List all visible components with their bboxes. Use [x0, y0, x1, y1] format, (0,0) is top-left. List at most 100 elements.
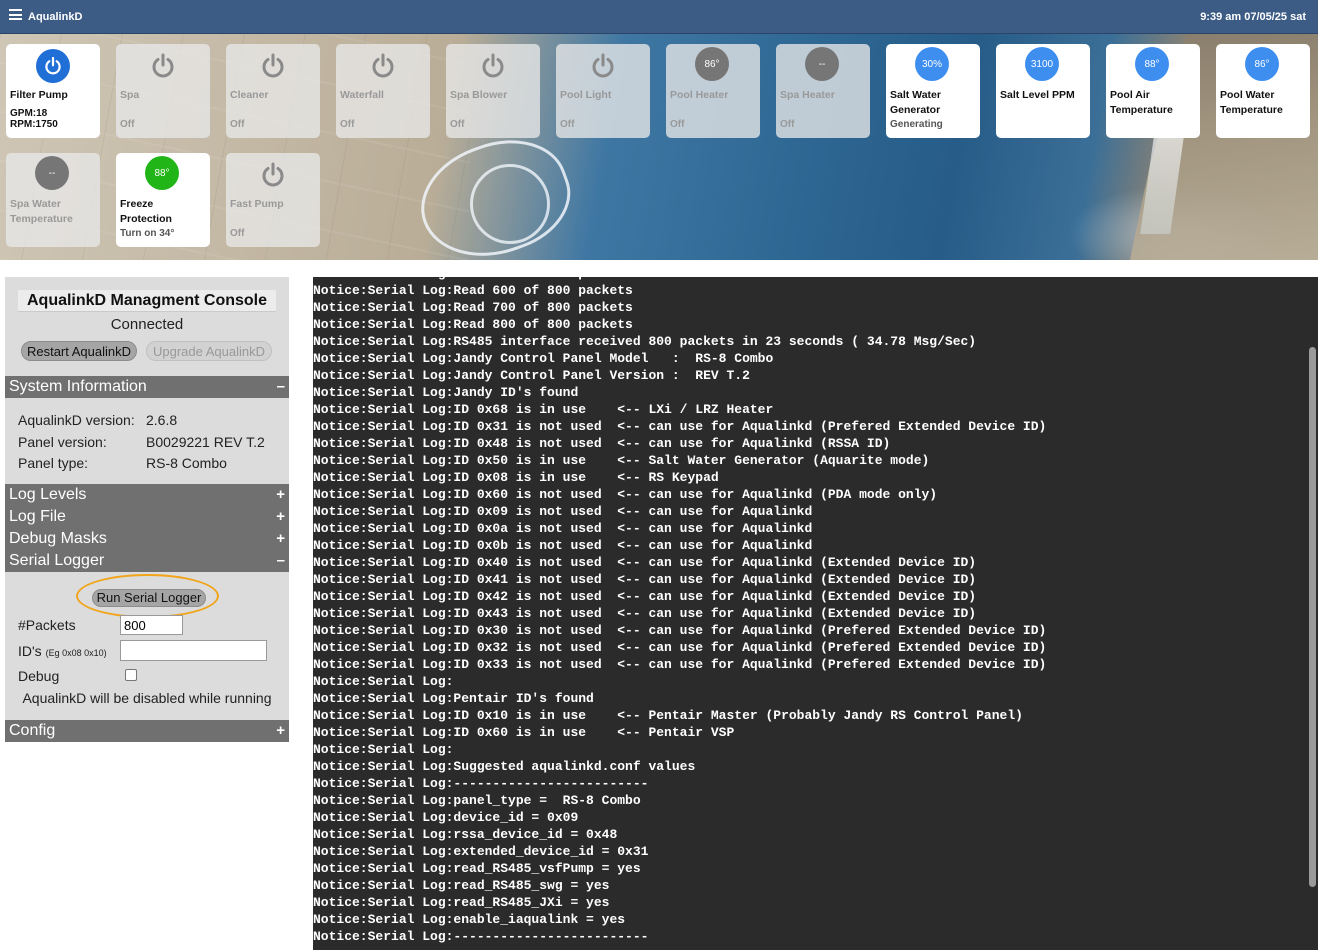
value-badge: --	[35, 156, 69, 190]
tile-name: Pool Heater	[670, 89, 729, 101]
section-title: Log File	[9, 508, 66, 525]
info-label: Panel type:	[18, 455, 89, 471]
power-icon	[476, 49, 510, 83]
device-tile[interactable]: Filter Pump GPM:18 RPM:1750	[6, 44, 100, 138]
tile-name: Waterfall	[340, 89, 384, 101]
ids-label: ID's (Eg 0x08 0x10)	[18, 643, 107, 659]
log-scrollbar[interactable]	[1309, 347, 1316, 887]
section-title: Serial Logger	[9, 552, 105, 569]
log-line: Notice:Serial Log:	[313, 674, 454, 689]
log-line: Notice:Serial Log:Read 800 of 800 packet…	[313, 317, 633, 332]
tile-status: Off	[780, 119, 795, 130]
tile-name: Freeze Protection	[120, 198, 172, 225]
device-tile[interactable]: Pool Light Off	[556, 44, 650, 138]
device-tile[interactable]: Spa Off	[116, 44, 210, 138]
run-serial-logger-button[interactable]: Run Serial Logger	[92, 589, 206, 607]
expand-icon[interactable]: +	[276, 720, 285, 742]
packets-label: #Packets	[18, 617, 76, 633]
section-debug-masks[interactable]: Debug Masks +	[5, 528, 289, 550]
hamburger-menu-icon[interactable]	[9, 9, 22, 20]
packets-input[interactable]	[120, 615, 183, 635]
device-tile[interactable]: Fast Pump Off	[226, 153, 320, 247]
section-log-file[interactable]: Log File +	[5, 506, 289, 528]
section-title: Config	[9, 722, 56, 739]
console-title: AqualinkD Managment Console	[18, 290, 276, 312]
section-log-levels[interactable]: Log Levels +	[5, 484, 289, 506]
tile-status: Off	[120, 119, 135, 130]
expand-icon[interactable]: +	[276, 506, 285, 528]
tile-status: Turn on 34°	[120, 228, 175, 239]
expand-icon[interactable]: +	[276, 484, 285, 506]
power-icon	[256, 49, 290, 83]
tile-pump-stats: GPM:18 RPM:1750	[10, 108, 58, 130]
gpm-value: GPM:18	[10, 108, 48, 119]
ids-input[interactable]	[120, 640, 267, 661]
log-line: Notice:Serial Log:Jandy Control Panel Ve…	[313, 368, 750, 383]
power-icon	[146, 49, 180, 83]
tile-status: Generating	[890, 119, 943, 130]
section-config[interactable]: Config +	[5, 720, 289, 742]
rpm-value: RPM:1750	[10, 119, 58, 130]
device-tile[interactable]: 88° Freeze Protection Turn on 34°	[116, 153, 210, 247]
section-system-information[interactable]: System Information –	[5, 376, 289, 398]
ids-label-text: ID's	[18, 643, 42, 659]
device-tile[interactable]: -- Spa Water Temperature	[6, 153, 100, 247]
collapse-icon[interactable]: –	[277, 550, 285, 572]
device-tile[interactable]: Waterfall Off	[336, 44, 430, 138]
info-label: AqualinkD version:	[18, 412, 135, 428]
debug-label: Debug	[18, 668, 60, 684]
value-badge: 30%	[915, 47, 949, 81]
value-badge: 88°	[145, 156, 179, 190]
device-tile[interactable]: 86° Pool Water Temperature	[1216, 44, 1310, 138]
device-tile[interactable]: Cleaner Off	[226, 44, 320, 138]
tile-name: Spa Blower	[450, 89, 508, 101]
serial-log-output[interactable]: Notice:Serial Log:Read 500 of 800 packet…	[313, 277, 1318, 950]
log-line: Notice:Serial Log:Pentair ID's found	[313, 691, 594, 706]
device-tile[interactable]: 3100 Salt Level PPM	[996, 44, 1090, 138]
log-line: Notice:Serial Log:ID 0x50 is in use <-- …	[313, 453, 930, 468]
log-line: Notice:Serial Log:ID 0x60 is in use <-- …	[313, 725, 735, 740]
device-tile[interactable]: 88° Pool Air Temperature	[1106, 44, 1200, 138]
upgrade-aqualinkd-button[interactable]: Upgrade AqualinkD	[146, 341, 272, 361]
info-value: 2.6.8	[146, 412, 178, 428]
device-tile[interactable]: 86° Pool Heater Off	[666, 44, 760, 138]
log-line: Notice:Serial Log:read_RS485_swg = yes	[313, 878, 610, 893]
log-line: Notice:Serial Log:read_RS485_vsfPump = y…	[313, 861, 641, 876]
tile-name: Pool Air Temperature	[1110, 89, 1173, 116]
management-sidebar: AqualinkD Managment Console Connected Re…	[5, 277, 289, 742]
log-line: Notice:Serial Log:ID 0x10 is in use <-- …	[313, 708, 1023, 723]
section-serial-logger[interactable]: Serial Logger –	[5, 550, 289, 572]
restart-aqualinkd-button[interactable]: Restart AqualinkD	[21, 341, 137, 361]
device-tile[interactable]: 30% Salt Water Generator Generating	[886, 44, 980, 138]
log-line: Notice:Serial Log:rssa_device_id = 0x48	[313, 827, 618, 842]
value-badge: 86°	[695, 47, 729, 81]
debug-checkbox[interactable]	[125, 669, 137, 681]
section-title: Log Levels	[9, 486, 87, 503]
tile-name: Pool Water Temperature	[1220, 89, 1283, 116]
log-line: Notice:Serial Log:Read 600 of 800 packet…	[313, 283, 633, 298]
log-line: Notice:Serial Log:	[313, 742, 454, 757]
device-tile[interactable]: Spa Blower Off	[446, 44, 540, 138]
log-line: Notice:Serial Log:enable_iaqualink = yes	[313, 912, 626, 927]
value-badge: 88°	[1135, 47, 1169, 81]
expand-icon[interactable]: +	[276, 528, 285, 550]
power-icon	[36, 49, 70, 83]
value-badge: 3100	[1025, 47, 1059, 81]
tile-status: Off	[450, 119, 465, 130]
log-line: Notice:Serial Log:ID 0x48 is not used <-…	[313, 436, 891, 451]
log-line: Notice:Serial Log:Read 700 of 800 packet…	[313, 300, 633, 315]
tile-name: Spa	[120, 89, 140, 101]
log-line: Notice:Serial Log:ID 0x68 is in use <-- …	[313, 402, 774, 417]
tile-name: Filter Pump	[10, 89, 68, 101]
section-title: System Information	[9, 378, 147, 395]
log-line: Notice:Serial Log:Suggested aqualinkd.co…	[313, 759, 696, 774]
log-line: Notice:Serial Log:ID 0x0b is not used <-…	[313, 538, 813, 553]
info-value: RS-8 Combo	[146, 455, 227, 471]
log-line: Notice:Serial Log:panel_type = RS-8 Comb…	[313, 793, 641, 808]
tile-name: Spa Heater	[780, 89, 835, 101]
info-label: Panel version:	[18, 434, 107, 450]
device-tile[interactable]: -- Spa Heater Off	[776, 44, 870, 138]
tile-name: Pool Light	[560, 89, 612, 101]
log-line: Notice:Serial Log:device_id = 0x09	[313, 810, 579, 825]
collapse-icon[interactable]: –	[277, 376, 285, 398]
